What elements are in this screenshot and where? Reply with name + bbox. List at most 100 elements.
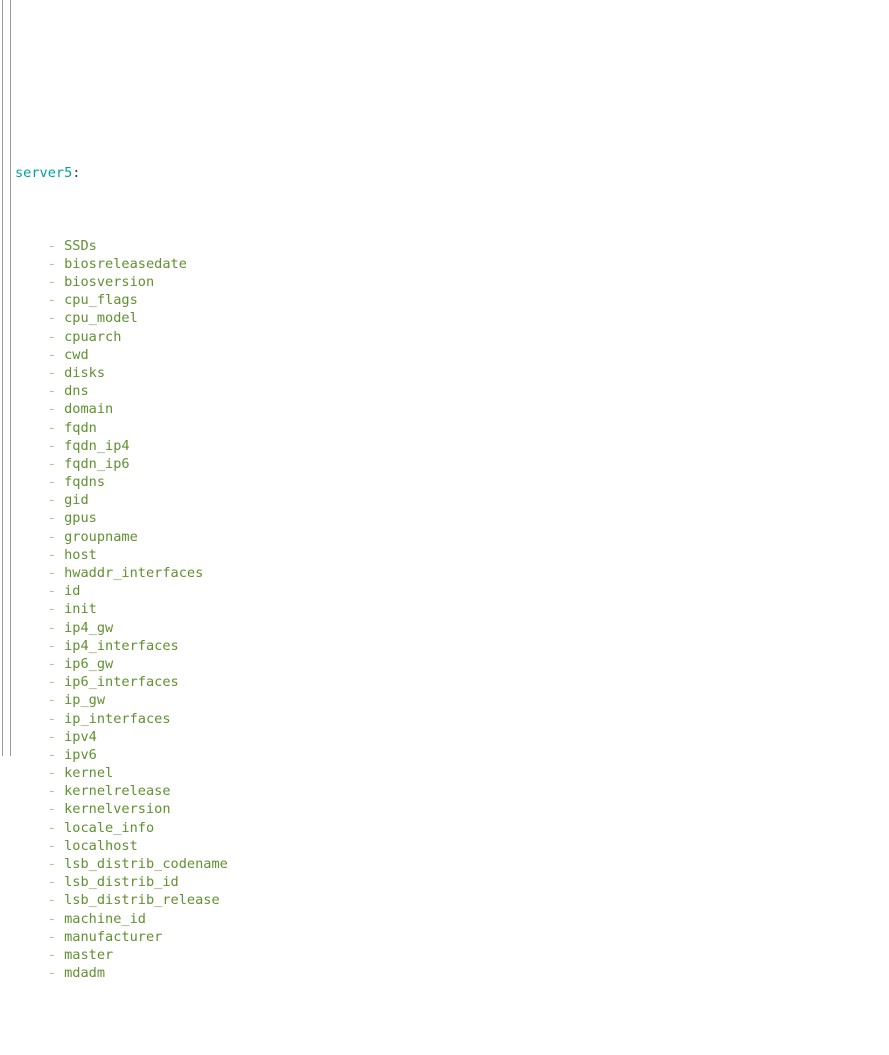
yaml-item-value: host	[64, 546, 97, 563]
yaml-list-item: - groupname	[15, 528, 889, 546]
yaml-bullet-dash: -	[47, 565, 65, 581]
yaml-bullet-dash: -	[47, 783, 65, 800]
yaml-bullet-dash: -	[47, 528, 65, 545]
yaml-bullet-dash: -	[47, 801, 65, 818]
yaml-indent	[15, 474, 48, 490]
yaml-bullet-dash: -	[47, 746, 65, 763]
yaml-list-item: - manufacturer	[15, 928, 889, 946]
yaml-list-item: - domain	[15, 400, 889, 418]
yaml-indent	[15, 529, 48, 545]
yaml-item-value: ipv6	[64, 746, 97, 763]
yaml-item-value: lsb_distrib_release	[64, 892, 220, 909]
yaml-indent	[15, 256, 48, 272]
yaml-list-item: - mdadm	[15, 964, 889, 982]
yaml-list-item: - host	[15, 546, 889, 564]
yaml-item-value: biosversion	[64, 274, 155, 290]
yaml-item-value: id	[64, 583, 81, 600]
yaml-bullet-dash: -	[47, 419, 65, 436]
yaml-item-value: cpu_flags	[64, 292, 138, 309]
yaml-indent	[15, 801, 48, 817]
yaml-bullet-dash: -	[47, 583, 65, 600]
yaml-list-item: - machine_id	[15, 910, 889, 928]
yaml-bullet-dash: -	[47, 965, 65, 982]
yaml-indent	[15, 911, 48, 927]
yaml-bullet-dash: -	[47, 601, 65, 618]
yaml-list-item: - locale_info	[15, 819, 889, 837]
yaml-list-item: - ipv6	[15, 746, 889, 764]
yaml-bullet-dash: -	[47, 837, 65, 854]
yaml-list-item: - kernelrelease	[15, 782, 889, 800]
yaml-item-value: ip6_gw	[64, 655, 114, 672]
yaml-item-value: ip_interfaces	[64, 710, 171, 727]
yaml-indent	[15, 965, 48, 981]
code-body: server5: - SSDs - biosreleasedate - bios…	[0, 109, 889, 1037]
yaml-item-value: fqdn_ip6	[64, 455, 130, 472]
yaml-indent	[15, 729, 48, 745]
yaml-bullet-dash: -	[47, 655, 65, 672]
yaml-list-item: - localhost	[15, 837, 889, 855]
yaml-item-value: cpu_model	[64, 310, 138, 327]
yaml-item-value: ip4_gw	[64, 619, 114, 636]
yaml-indent	[15, 874, 48, 890]
yaml-indent	[15, 638, 48, 654]
yaml-indent	[15, 838, 48, 854]
yaml-list-item: - lsb_distrib_codename	[15, 855, 889, 873]
yaml-indent	[15, 583, 48, 599]
yaml-list-item: - lsb_distrib_release	[15, 891, 889, 909]
yaml-indent	[15, 310, 48, 326]
yaml-list-item: - gpus	[15, 509, 889, 527]
yaml-indent	[15, 420, 48, 436]
yaml-indent	[15, 456, 48, 472]
yaml-indent	[15, 674, 48, 690]
yaml-bullet-dash: -	[47, 237, 65, 254]
yaml-item-value: lsb_distrib_codename	[64, 856, 228, 872]
yaml-indent	[15, 783, 48, 799]
yaml-bullet-dash: -	[47, 637, 65, 654]
yaml-item-value: cwd	[64, 346, 89, 363]
yaml-bullet-dash: -	[47, 728, 65, 745]
yaml-key-colon: :	[72, 164, 81, 181]
yaml-item-value: mdadm	[64, 965, 106, 982]
yaml-list-item: - cwd	[15, 346, 889, 364]
yaml-item-value: groupname	[64, 528, 138, 545]
yaml-root-key-line: server5:	[15, 164, 889, 182]
yaml-indent	[15, 765, 48, 781]
yaml-item-value: gpus	[64, 510, 97, 527]
yaml-list-item: - fqdn	[15, 419, 889, 437]
yaml-indent	[15, 547, 48, 563]
yaml-item-value: fqdn	[64, 419, 97, 436]
yaml-root-key: server5	[15, 164, 73, 181]
yaml-list-item: - SSDs	[15, 237, 889, 255]
yaml-bullet-dash: -	[47, 474, 65, 491]
yaml-list-item: - ip6_gw	[15, 655, 889, 673]
yaml-item-value: dns	[64, 383, 89, 400]
yaml-item-value: locale_info	[64, 819, 155, 836]
yaml-list-item: - cpuarch	[15, 328, 889, 346]
yaml-bullet-dash: -	[47, 364, 65, 381]
yaml-bullet-dash: -	[47, 674, 65, 691]
yaml-bullet-dash: -	[47, 892, 65, 909]
yaml-bullet-dash: -	[47, 437, 65, 454]
yaml-indent	[15, 438, 48, 454]
yaml-list-item: - dns	[15, 382, 889, 400]
yaml-bullet-dash: -	[47, 546, 65, 563]
yaml-list-item: - cpu_model	[15, 309, 889, 327]
yaml-indent	[15, 656, 48, 672]
yaml-list-item: - fqdn_ip4	[15, 437, 889, 455]
yaml-list-item: - fqdn_ip6	[15, 455, 889, 473]
yaml-list-item: - ip4_gw	[15, 619, 889, 637]
yaml-item-value: gid	[64, 492, 89, 509]
yaml-item-value: machine_id	[64, 910, 146, 927]
yaml-indent	[15, 565, 48, 581]
yaml-bullet-dash: -	[47, 310, 65, 327]
yaml-indent	[15, 401, 48, 417]
yaml-item-value: ip6_interfaces	[64, 674, 179, 691]
yaml-item-value: fqdn_ip4	[64, 437, 130, 454]
yaml-list-item: - ip6_interfaces	[15, 673, 889, 691]
yaml-bullet-dash: -	[47, 819, 65, 836]
yaml-list-item: - ip_gw	[15, 691, 889, 709]
yaml-item-value: localhost	[64, 837, 138, 854]
yaml-item-value: cpuarch	[64, 328, 122, 345]
yaml-bullet-dash: -	[47, 383, 65, 400]
yaml-item-value: master	[64, 946, 114, 963]
